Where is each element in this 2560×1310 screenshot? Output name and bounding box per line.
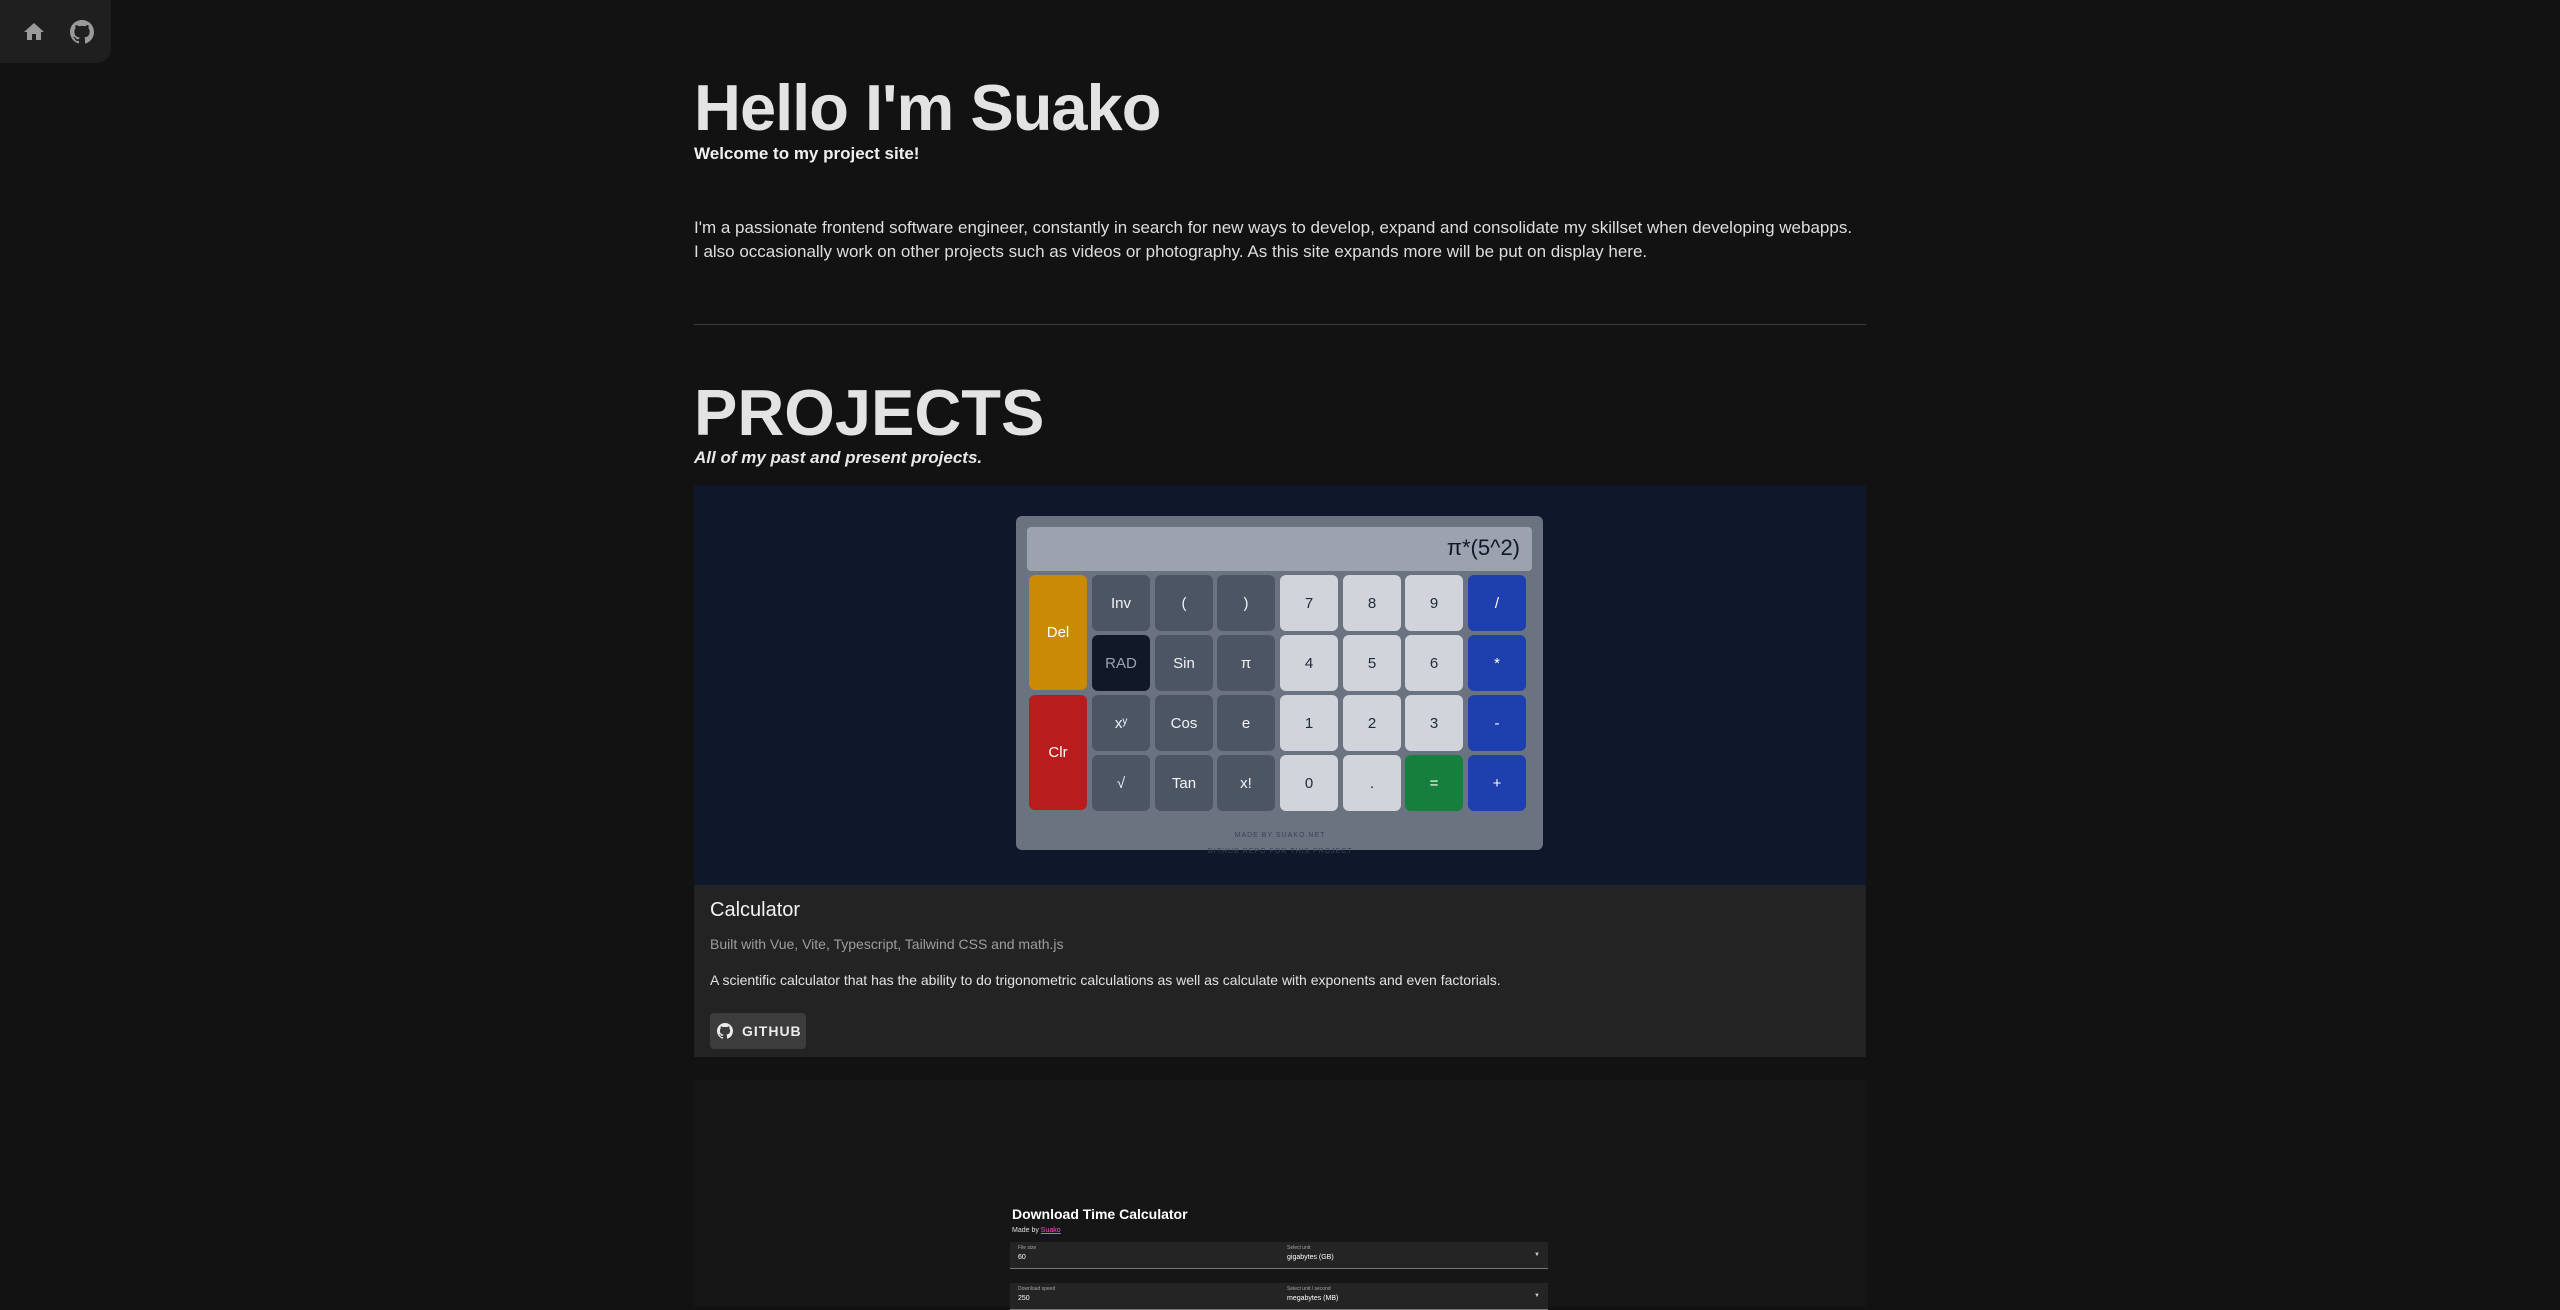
page-title: Hello I'm Suako [694,71,1161,144]
euler-key[interactable]: e [1217,695,1275,751]
file-size-value: 60 [1018,1254,1026,1261]
digit-1-key[interactable]: 1 [1280,695,1338,751]
right-paren-key[interactable]: ) [1217,575,1275,631]
speed-unit-value: megabytes (MB) [1287,1295,1339,1302]
project-title: Calculator [710,899,801,921]
sqrt-key[interactable]: √ [1092,755,1150,811]
tan-key[interactable]: Tan [1155,755,1213,811]
sin-key[interactable]: Sin [1155,635,1213,691]
rad-mode-key[interactable]: RAD [1092,635,1150,691]
download-speed-row: Download speed 250 Select unit / second … [1010,1283,1548,1310]
speed-unit-label: Select unit / second [1287,1286,1331,1292]
credit-link[interactable]: Suako [1041,1227,1061,1234]
project-card-download-calculator [694,1080,1866,1307]
credit-prefix: Made by [1012,1227,1041,1234]
repo-caption[interactable]: GITHUB REPO FOR THIS PROJECT [694,848,1866,855]
digit-6-key[interactable]: 6 [1405,635,1463,691]
chevron-down-icon: ▼ [1534,1293,1540,1299]
multiply-key[interactable]: * [1468,635,1526,691]
digit-4-key[interactable]: 4 [1280,635,1338,691]
project-tech-stack: Built with Vue, Vite, Typescript, Tailwi… [710,936,1064,952]
subtract-key[interactable]: - [1468,695,1526,751]
left-paren-key[interactable]: ( [1155,575,1213,631]
github-icon[interactable] [69,20,95,44]
section-divider [694,324,1866,325]
page-subtitle: Welcome to my project site! [694,144,920,163]
github-icon [717,1023,733,1039]
equals-key[interactable]: = [1405,755,1463,811]
digit-3-key[interactable]: 3 [1405,695,1463,751]
add-key[interactable]: + [1468,755,1526,811]
github-button-label: GITHUB [742,1023,802,1039]
file-size-field[interactable]: File size 60 [1018,1245,1036,1261]
decimal-key[interactable]: . [1343,755,1401,811]
digit-0-key[interactable]: 0 [1280,755,1338,811]
cos-key[interactable]: Cos [1155,695,1213,751]
top-nav [0,0,111,63]
download-speed-field[interactable]: Download speed 250 [1018,1286,1055,1302]
file-size-row: File size 60 Select unit gigabytes (GB) … [1010,1242,1548,1269]
intro-text: I'm a passionate frontend software engin… [694,216,1866,264]
download-speed-label: Download speed [1018,1286,1056,1292]
factorial-key[interactable]: x! [1217,755,1275,811]
pi-key[interactable]: π [1217,635,1275,691]
intro-line: I also occasionally work on other projec… [694,242,1648,261]
project-card-calculator: π*(5^2) Del Clr Inv ( ) 7 8 9 / RAD Sin … [694,485,1866,1057]
intro-line: I'm a passionate frontend software engin… [694,218,1853,237]
made-by-caption: MADE BY SUAKO.NET [1234,832,1326,839]
digit-2-key[interactable]: 2 [1343,695,1401,751]
digit-9-key[interactable]: 9 [1405,575,1463,631]
delete-key[interactable]: Del [1029,575,1087,690]
chevron-down-icon: ▼ [1534,1252,1540,1258]
speed-unit-select[interactable]: Select unit / second megabytes (MB) [1287,1286,1338,1302]
digit-8-key[interactable]: 8 [1343,575,1401,631]
calculator-display[interactable]: π*(5^2) [1027,527,1532,571]
github-button[interactable]: GITHUB [710,1013,806,1049]
inv-key[interactable]: Inv [1092,575,1150,631]
download-speed-value: 250 [1018,1295,1030,1302]
digit-7-key[interactable]: 7 [1280,575,1338,631]
calculator-widget: π*(5^2) Del Clr Inv ( ) 7 8 9 / RAD Sin … [1016,516,1543,850]
file-unit-value: gigabytes (GB) [1287,1254,1334,1261]
digit-5-key[interactable]: 5 [1343,635,1401,691]
project-description: A scientific calculator that has the abi… [710,972,1501,988]
power-key[interactable]: xʸ [1092,695,1150,751]
projects-subtitle: All of my past and present projects. [694,448,983,467]
home-icon[interactable] [21,20,47,44]
divide-key[interactable]: / [1468,575,1526,631]
file-unit-select[interactable]: Select unit gigabytes (GB) [1287,1245,1334,1261]
download-calc-title: Download Time Calculator [1012,1206,1188,1222]
project-preview: π*(5^2) Del Clr Inv ( ) 7 8 9 / RAD Sin … [694,485,1866,885]
projects-heading: PROJECTS [694,376,1045,449]
file-size-label: File size [1018,1245,1037,1251]
download-calc-credit: Made by Suako [1012,1227,1061,1234]
clear-key[interactable]: Clr [1029,695,1087,810]
file-unit-label: Select unit [1287,1245,1311,1251]
